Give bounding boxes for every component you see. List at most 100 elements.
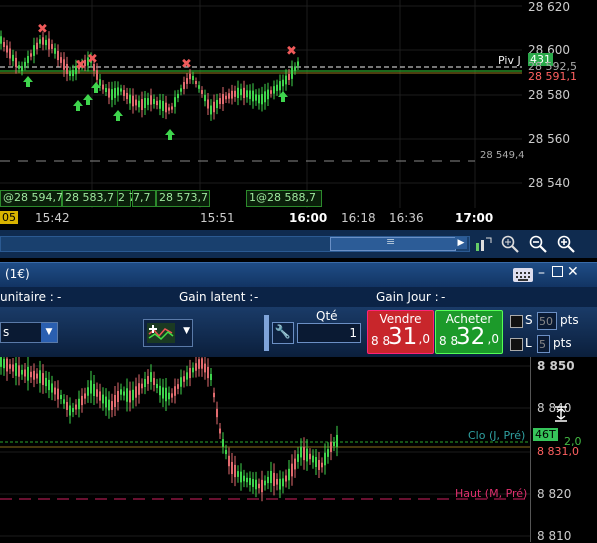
buy-marker-icon [113,110,123,121]
candle [12,364,14,372]
candle [189,73,191,80]
top-candles [0,30,299,121]
top-price-chart[interactable]: ✖ ✖ ✖ ✖ ✖ 28 620 28 600 28 580 28 560 28 540… [0,0,597,208]
y-tick: 8 810 [537,529,572,543]
candle [162,101,164,111]
bottom-candles [0,357,338,502]
chevron-down-icon[interactable]: ▼ [41,323,57,342]
trade-tag[interactable]: 28 573,7 [156,190,210,207]
candle [249,477,251,486]
candle [105,87,107,93]
gain-jour-label: Gain Jour : [376,290,439,304]
stop-label: S [525,313,533,327]
wrench-icon[interactable]: 🔧 [272,322,294,344]
candle [0,357,2,367]
buy-marker-icon [73,100,83,111]
close-icon[interactable]: ✕ [567,264,579,280]
candle [135,99,137,106]
collapse-handle[interactable] [264,315,269,351]
last-price-label: 28 591,1 [528,70,577,83]
trade-tag[interactable]: @28 594,7 [0,190,63,207]
candle [120,88,122,92]
chevron-down-icon[interactable]: ▼ [183,326,190,336]
scroll-right-arrow-icon[interactable]: ▶ [455,237,467,249]
candle [234,464,236,478]
candle [270,470,272,484]
candle [99,391,101,401]
high-previous-label: Haut (M, Pré) [455,487,528,500]
trade-tag[interactable]: 28 583,7 [62,190,118,207]
bottom-chart-plot[interactable] [0,357,530,542]
trade-tag[interactable]: 7,7 [132,190,156,207]
candle [15,57,17,68]
candle [195,363,197,371]
zoom-in-icon[interactable] [556,234,576,254]
candle [261,94,263,105]
candle [276,84,278,91]
sell-button[interactable]: Vendre 8 8 31 ,0 [367,310,434,354]
candle [252,90,254,102]
limit-unit: pts [553,336,572,350]
candle [192,75,194,81]
stop-points-input[interactable] [537,312,557,330]
candle [147,98,149,105]
quantity-input[interactable] [297,323,361,343]
candle [81,395,83,406]
candle [0,36,2,44]
candle [114,395,116,407]
y-tick: 28 540 [528,176,570,190]
panel-title-bar[interactable]: (1€) – ✕ [0,262,597,287]
chart-type-button[interactable]: ▼ [143,319,193,347]
candle [249,90,251,99]
candle [267,89,269,100]
candle [168,107,170,111]
keyboard-icon[interactable] [513,268,533,282]
candle [144,98,146,108]
candle [111,89,113,100]
candle [207,366,209,379]
y-tick: 8 820 [537,487,572,501]
candle [159,385,161,396]
maximize-icon[interactable] [552,266,563,277]
candle [219,428,221,434]
y-tick: 8 850 [537,359,575,373]
candle [48,38,50,50]
candle [126,388,128,402]
limit-points-input[interactable] [537,335,550,353]
zoom-out-icon[interactable] [528,234,548,254]
candle [159,100,161,109]
candle [114,88,116,98]
candle [258,94,260,104]
candle [6,45,8,53]
order-type-select[interactable]: s ▼ [0,322,58,343]
candle [213,392,215,398]
candle [96,70,98,80]
candle [150,372,152,382]
candle [306,448,308,462]
candle [162,387,164,399]
buy-price-main: 32 [456,324,486,350]
candle [333,441,335,447]
minimize-icon[interactable]: – [538,265,545,281]
pivot-label: Piv J [498,54,521,67]
buy-button[interactable]: Acheter 8 8 32 ,0 [435,310,503,354]
candle [255,479,257,490]
candle [327,449,329,457]
top-chart-plot[interactable]: ✖✖ ✖ ✖✖ [0,0,522,208]
stop-checkbox[interactable] [510,315,523,328]
candle [48,379,50,391]
trade-tag[interactable]: 2 7 [117,190,136,207]
limit-checkbox[interactable] [510,338,523,351]
trade-tag[interactable]: 1@28 588,7 [246,190,322,207]
bottom-price-chart[interactable]: 8 850 8 840 8 820 8 810 Clo (J, Pré) 46T… [0,357,597,543]
autoscale-icon[interactable] [473,234,493,254]
candle [138,100,140,108]
candle [132,389,134,401]
candle [324,452,326,466]
scrollbar-thumb[interactable]: ≡ [330,235,456,251]
candle [240,471,242,483]
zoom-fit-icon[interactable] [500,234,520,254]
candle [72,407,74,413]
gain-latent-value: - [254,290,259,304]
candle [18,365,20,377]
